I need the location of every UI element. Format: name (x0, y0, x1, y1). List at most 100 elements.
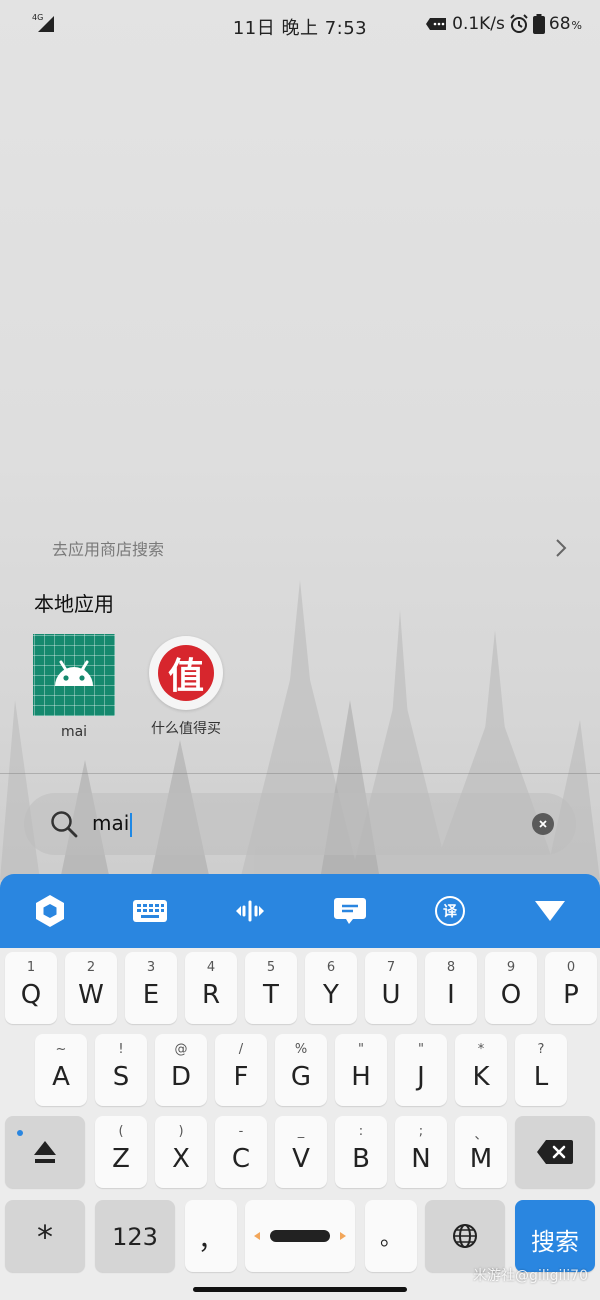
keyboard: 1Q 2W 3E 4R 5T 6Y 7U 8I 9O 0P ~ A ! S @ D /… (0, 948, 600, 1300)
key-p[interactable]: 0P (545, 952, 597, 1024)
app-label: 什么值得买 (151, 721, 221, 737)
key-secondary-label: 2 (86, 960, 96, 975)
space-key[interactable] (245, 1200, 355, 1272)
voice-icon[interactable] (232, 893, 268, 929)
key-o[interactable]: 9O (485, 952, 537, 1024)
key-v[interactable]: _ V (275, 1116, 327, 1188)
home-indicator[interactable] (193, 1287, 407, 1292)
clear-icon[interactable] (532, 813, 554, 835)
app-result-mai[interactable]: mai (19, 634, 129, 740)
star-key[interactable]: * (5, 1200, 85, 1272)
collapse-keyboard-icon[interactable] (532, 893, 568, 929)
key-secondary-label: ! (118, 1042, 124, 1057)
message-icon[interactable] (332, 893, 368, 929)
translate-icon[interactable]: 译 (432, 893, 468, 929)
key-label: L (533, 1062, 549, 1092)
key-label: 123 (112, 1223, 158, 1251)
key-w[interactable]: 2W (65, 952, 117, 1024)
key-r[interactable]: 4R (185, 952, 237, 1024)
battery-percent: 68 (548, 14, 571, 34)
key-t[interactable]: 5T (245, 952, 297, 1024)
key-y[interactable]: 6Y (305, 952, 357, 1024)
key-a[interactable]: ~ A (35, 1034, 87, 1106)
key-label: M (469, 1144, 493, 1174)
android-icon (33, 634, 115, 716)
alarm-icon (510, 14, 528, 33)
key-label: A (52, 1062, 70, 1092)
key-label: Q (20, 980, 42, 1010)
shift-icon (34, 1141, 56, 1163)
key-d[interactable]: @ D (155, 1034, 207, 1106)
key-secondary-label: 1 (26, 960, 36, 975)
globe-icon (453, 1224, 477, 1248)
key-label: E (142, 980, 160, 1010)
key-label: * (37, 1218, 53, 1256)
key-g[interactable]: % G (275, 1034, 327, 1106)
data-speed-icon (426, 18, 447, 30)
comma-key[interactable]: ， (185, 1200, 237, 1272)
hexagon-icon[interactable] (32, 893, 68, 929)
key-secondary-label: 7 (386, 960, 396, 975)
key-label: P (563, 980, 579, 1010)
key-h[interactable]: " H (335, 1034, 387, 1106)
key-label: G (290, 1062, 312, 1092)
key-label: H (351, 1062, 371, 1092)
key-x[interactable]: ) X (155, 1116, 207, 1188)
search-key[interactable]: 搜索 (515, 1200, 595, 1272)
key-secondary-label: ) (178, 1124, 184, 1139)
app-store-search-row[interactable]: 去应用商店搜索 (26, 530, 576, 566)
key-q[interactable]: 1Q (5, 952, 57, 1024)
key-b[interactable]: :B (335, 1116, 387, 1188)
key-u[interactable]: 7U (365, 952, 417, 1024)
key-i[interactable]: 8I (425, 952, 477, 1024)
key-label: Z (112, 1144, 130, 1174)
backspace-key[interactable] (515, 1116, 595, 1188)
shift-key[interactable] (5, 1116, 85, 1188)
key-m[interactable]: 、 M (455, 1116, 507, 1188)
key-secondary-label: 4 (206, 960, 216, 975)
chevron-right-icon (556, 539, 567, 557)
app-result-smzdm[interactable]: 值 什么值得买 (131, 636, 241, 738)
key-z[interactable]: (Z (95, 1116, 147, 1188)
key-secondary-label: 9 (506, 960, 516, 975)
key-c[interactable]: -C (215, 1116, 267, 1188)
key-label: B (352, 1144, 370, 1174)
language-key[interactable] (425, 1200, 505, 1272)
search-query: mai (92, 811, 130, 836)
search-icon (51, 811, 78, 838)
app-label: mai (60, 724, 88, 740)
key-secondary-label: @ (174, 1042, 188, 1057)
key-secondary-label: " (358, 1042, 364, 1057)
space-bar-icon (254, 1230, 346, 1242)
key-label: R (201, 980, 221, 1010)
number-mode-key[interactable]: 123 (95, 1200, 175, 1272)
local-apps-title: 本地应用 (34, 592, 114, 616)
key-f[interactable]: / F (215, 1034, 267, 1106)
key-label: 。 (379, 1226, 402, 1251)
status-bar: 4G 11日 晚上 7:53 0.1K/s 68% (0, 0, 600, 52)
key-label: K (472, 1062, 490, 1092)
key-k[interactable]: * K (455, 1034, 507, 1106)
key-n[interactable]: ; N (395, 1116, 447, 1188)
key-l[interactable]: ? L (515, 1034, 567, 1106)
key-label: V (292, 1144, 310, 1174)
key-s[interactable]: ! S (95, 1034, 147, 1106)
key-secondary-label: " (418, 1042, 424, 1057)
key-e[interactable]: 3E (125, 952, 177, 1024)
keyboard-icon[interactable] (132, 893, 168, 929)
key-secondary-label: : (358, 1124, 364, 1139)
period-key[interactable]: 。 (365, 1200, 417, 1272)
text-caret (130, 812, 133, 837)
backspace-icon (537, 1140, 573, 1164)
key-secondary-label: ( (118, 1124, 124, 1139)
smzdm-icon: 值 (149, 636, 223, 710)
key-j[interactable]: " J (395, 1034, 447, 1106)
key-secondary-label: % (294, 1042, 308, 1057)
key-secondary-label: - (238, 1124, 244, 1139)
search-input[interactable]: mai (24, 793, 576, 855)
key-secondary-label: 6 (326, 960, 336, 975)
key-label: I (447, 980, 455, 1010)
key-label: S (112, 1062, 130, 1092)
key-secondary-label: 0 (566, 960, 576, 975)
battery-icon (532, 14, 545, 34)
